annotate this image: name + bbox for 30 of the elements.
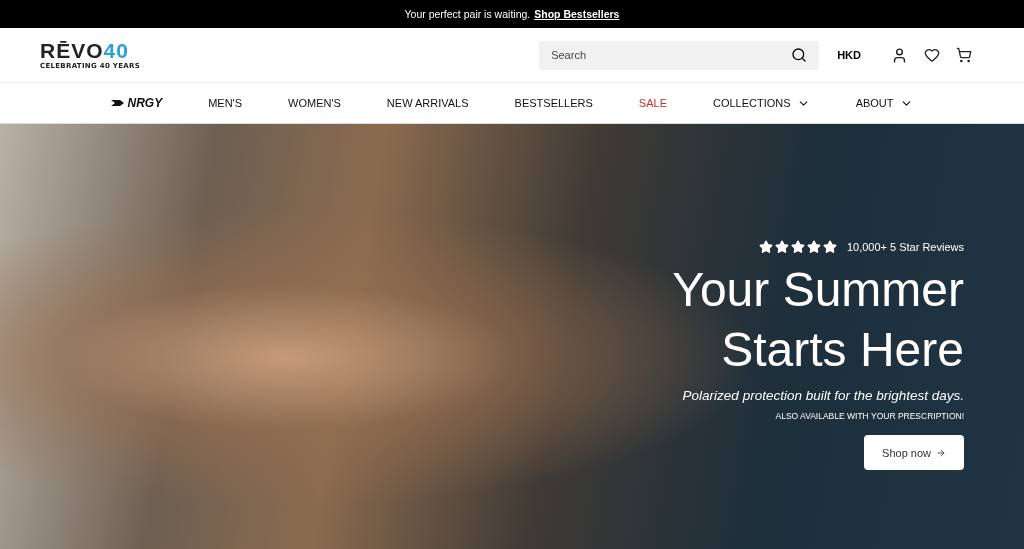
- search-field[interactable]: Search: [539, 40, 820, 70]
- hero-subtitle: Polarized protection built for the brightest days.: [682, 388, 964, 403]
- hero-headline: Your Summer Starts Here: [672, 262, 964, 378]
- logo-wordmark: RĒVO: [40, 40, 104, 62]
- shop-bestsellers-link[interactable]: Shop Bestsellers: [534, 8, 620, 20]
- star-icon: [758, 240, 773, 254]
- arrow-right-icon: [936, 447, 946, 458]
- nav-link[interactable]: MEN'S: [208, 97, 243, 109]
- currency-selector[interactable]: HKD: [837, 49, 861, 61]
- dash-icon: [111, 99, 126, 107]
- nav-link[interactable]: COLLECTIONS: [713, 96, 810, 110]
- nav-link[interactable]: SALE: [638, 97, 667, 109]
- star-icon: [822, 240, 837, 254]
- logo-number: 40: [103, 40, 129, 62]
- announcement-text: Your perfect pair is waiting.: [404, 8, 531, 20]
- heart-icon[interactable]: [924, 47, 940, 63]
- nav-link[interactable]: BESTSELLERS: [514, 97, 593, 109]
- star-icon: [790, 240, 805, 254]
- reviews-count: 10,000+ 5 Star Reviews: [846, 241, 964, 253]
- star-icon: [774, 240, 789, 254]
- search-icon[interactable]: [791, 46, 808, 63]
- account-icon[interactable]: [891, 46, 908, 64]
- shop-now-button[interactable]: Shop now: [864, 435, 964, 470]
- nav-link[interactable]: WOMEN'S: [288, 97, 341, 109]
- nav-link[interactable]: NEW ARRIVALS: [386, 97, 469, 109]
- nav-link[interactable]: ABOUT: [855, 96, 913, 110]
- prescription-note: ALSO AVAILABLE WITH YOUR PRESCRIPTION!: [775, 411, 964, 421]
- nrgy-logo-link[interactable]: NRGY: [111, 96, 163, 110]
- star-icon: [806, 240, 821, 254]
- cart-icon[interactable]: [956, 47, 972, 63]
